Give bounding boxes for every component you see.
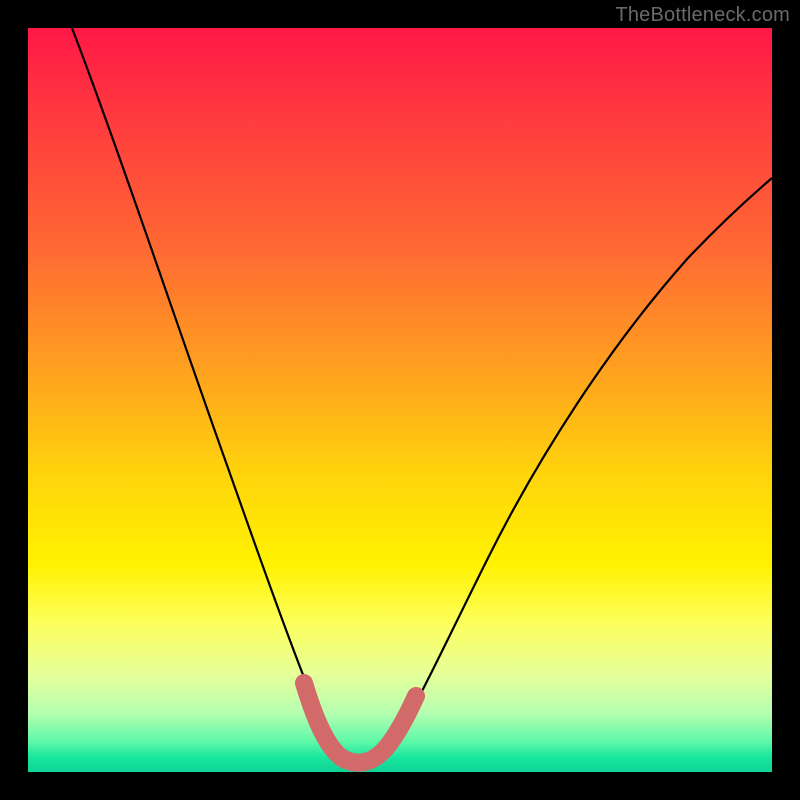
optimal-zone-marker xyxy=(304,683,416,763)
watermark-text: TheBottleneck.com xyxy=(615,4,790,27)
plot-area xyxy=(28,28,772,772)
bottleneck-curve xyxy=(72,28,772,761)
curve-layer xyxy=(28,28,772,772)
chart-frame: TheBottleneck.com xyxy=(0,0,800,800)
